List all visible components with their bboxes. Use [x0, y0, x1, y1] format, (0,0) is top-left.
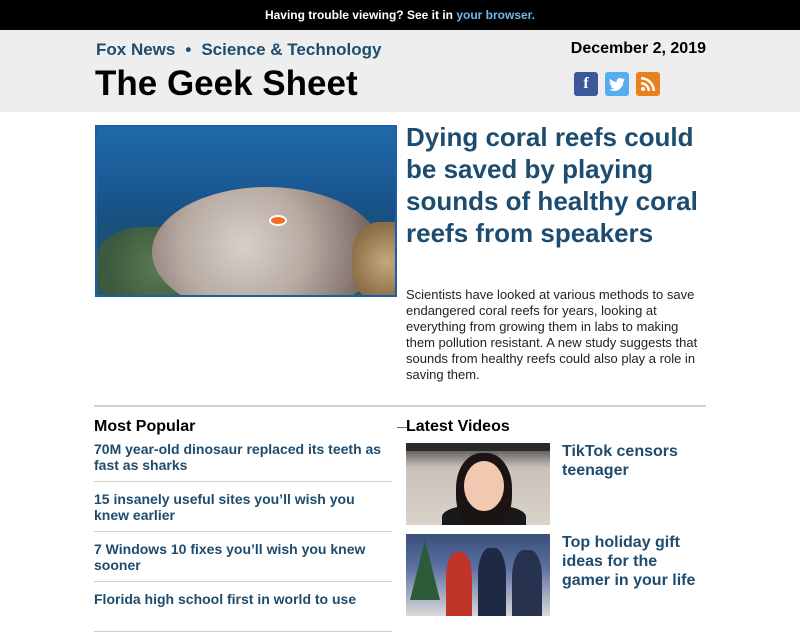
most-popular-list: 70M year-old dinosaur replaced its teeth… — [94, 441, 392, 641]
list-item[interactable]: Florida high school first in world to us… — [94, 591, 392, 632]
clownfish — [269, 215, 287, 226]
hero-headline[interactable]: Dying coral reefs could be saved by play… — [406, 121, 706, 249]
video-title[interactable]: TikTok censors teenager — [562, 442, 706, 480]
twitter-icon[interactable] — [605, 72, 629, 96]
brand-link[interactable]: Fox News — [96, 40, 175, 59]
video-title[interactable]: Top holiday gift ideas for the gamer in … — [562, 533, 706, 590]
facebook-icon[interactable]: f — [574, 72, 598, 96]
newsletter-title: The Geek Sheet — [95, 64, 358, 103]
anemone — [152, 187, 382, 295]
view-in-browser-text: Having trouble viewing? See it in — [264, 8, 457, 22]
section-divider — [94, 405, 706, 407]
video-thumbnail[interactable] — [406, 443, 550, 525]
list-item[interactable]: 7 Windows 10 fixes you’ll wish you knew … — [94, 541, 392, 582]
breadcrumb: Fox News • Science & Technology — [96, 40, 381, 60]
thumbnail-person — [478, 548, 506, 616]
hero-summary: Scientists have looked at various method… — [406, 287, 698, 382]
video-thumbnail[interactable] — [406, 534, 550, 616]
thumbnail-person — [512, 550, 542, 616]
list-item[interactable]: 70M year-old dinosaur replaced its teeth… — [94, 441, 392, 482]
thumbnail-person — [446, 552, 472, 616]
breadcrumb-separator: • — [185, 40, 192, 59]
view-in-browser-link[interactable]: your browser. — [456, 8, 535, 22]
section-link[interactable]: Science & Technology — [201, 40, 381, 59]
thumbnail-banner — [406, 443, 550, 451]
most-popular-title: Most Popular — [94, 418, 196, 435]
reef-coral — [352, 222, 395, 295]
latest-videos-title: Latest Videos — [406, 418, 510, 435]
rss-icon[interactable] — [636, 72, 660, 96]
list-item[interactable]: 15 insanely useful sites you’ll wish you… — [94, 491, 392, 532]
social-links: f — [574, 72, 660, 96]
coral-reef-image[interactable] — [95, 125, 397, 297]
thumbnail-tree — [410, 540, 440, 600]
thumbnail-face — [464, 461, 504, 511]
issue-date: December 2, 2019 — [570, 40, 706, 57]
header: Fox News • Science & Technology The Geek S… — [0, 30, 800, 112]
view-in-browser-bar: Having trouble viewing? See it in your b… — [0, 0, 800, 30]
